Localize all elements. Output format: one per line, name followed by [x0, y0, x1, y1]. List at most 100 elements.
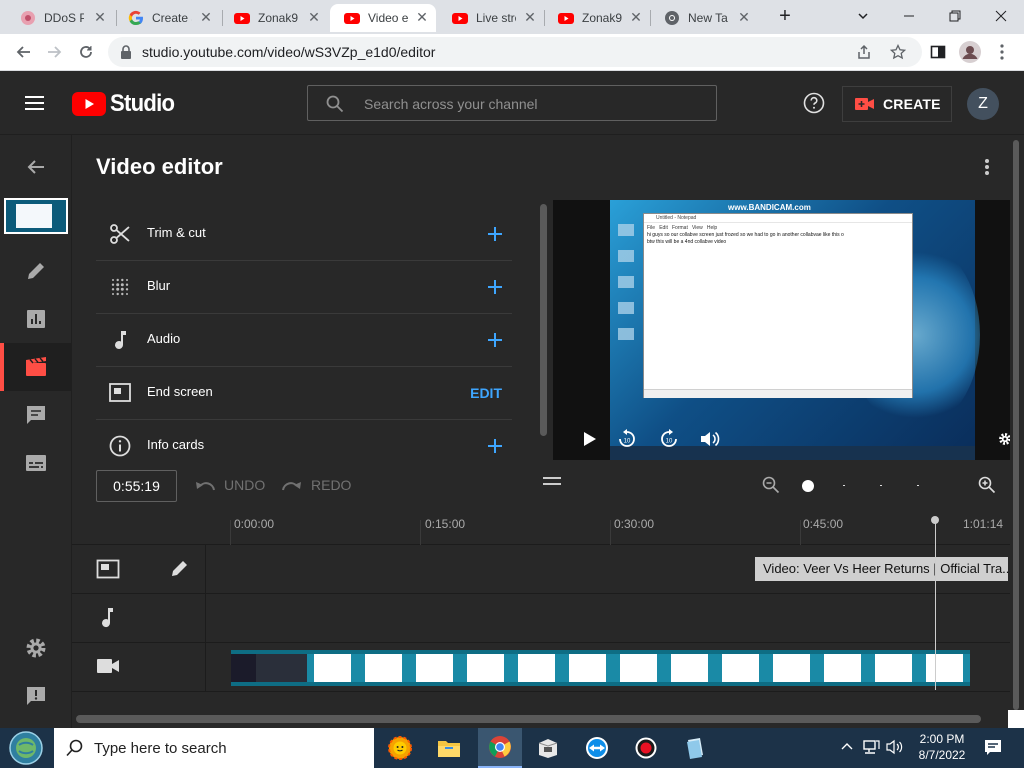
- video-filmstrip[interactable]: [231, 650, 1008, 686]
- add-audio-button[interactable]: [488, 328, 502, 352]
- share-icon[interactable]: [856, 44, 872, 60]
- forward-10-icon[interactable]: 10: [659, 429, 679, 449]
- undo-button[interactable]: UNDO: [194, 477, 265, 493]
- player-settings-icon[interactable]: [998, 431, 1010, 447]
- timeline-horizontal-scrollbar[interactable]: [76, 715, 981, 723]
- create-button[interactable]: CREATE: [842, 86, 952, 122]
- close-tab-icon[interactable]: ✕: [736, 9, 752, 25]
- studio-logo[interactable]: Studio: [72, 90, 180, 118]
- zoom-slider-thumb[interactable]: [802, 480, 814, 492]
- chrome-menu-icon[interactable]: [990, 40, 1014, 64]
- folder-icon: [438, 741, 460, 757]
- help-icon[interactable]: [803, 92, 825, 114]
- subtitles-icon[interactable]: [24, 451, 48, 475]
- video-preview-player[interactable]: www.BANDICAM.com Untitled - Notepad File…: [553, 200, 1010, 460]
- close-window-icon[interactable]: [978, 0, 1024, 32]
- taskbar-app-bandicam[interactable]: [532, 732, 564, 764]
- windows-taskbar: Type here to search 2:00 PM 8/7/2022: [0, 728, 1024, 768]
- drag-handle-icon[interactable]: [543, 476, 561, 486]
- settings-gear-icon[interactable]: [24, 636, 48, 660]
- account-avatar[interactable]: Z: [967, 88, 999, 120]
- back-arrow-icon[interactable]: [12, 40, 36, 64]
- close-tab-icon[interactable]: ✕: [198, 9, 214, 25]
- playhead-handle[interactable]: [931, 516, 939, 524]
- end-screen-clip[interactable]: Video: Veer Vs Heer Returns | Official T…: [755, 557, 1008, 581]
- video-thumbnail[interactable]: [4, 198, 68, 234]
- zoom-in-icon[interactable]: [978, 476, 996, 494]
- tray-chevron-up-icon[interactable]: [841, 741, 853, 753]
- channel-search-input[interactable]: Search across your channel: [307, 85, 717, 121]
- network-icon[interactable]: [862, 739, 880, 755]
- time-ruler[interactable]: [72, 508, 1010, 545]
- new-tab-button[interactable]: +: [762, 0, 808, 32]
- close-tab-icon[interactable]: ✕: [414, 9, 430, 25]
- pencil-details-icon[interactable]: [24, 259, 48, 283]
- taskbar-clock[interactable]: 2:00 PM 8/7/2022: [912, 731, 972, 763]
- volume-icon[interactable]: [700, 430, 720, 448]
- forward-arrow-icon[interactable]: [42, 40, 66, 64]
- restore-window-icon[interactable]: [932, 0, 978, 32]
- bookmark-star-icon[interactable]: [890, 44, 906, 60]
- reload-icon[interactable]: [74, 40, 98, 64]
- start-button[interactable]: [6, 730, 46, 766]
- taskbar-app-chrome-active[interactable]: [478, 728, 522, 768]
- address-bar[interactable]: studio.youtube.com/video/wS3VZp_e1d0/edi…: [108, 37, 922, 67]
- taskbar-app-recorder[interactable]: [630, 732, 662, 764]
- back-arrow-icon[interactable]: [24, 155, 48, 179]
- hamburger-menu-icon[interactable]: [24, 95, 46, 111]
- tool-row-blur[interactable]: Blur: [96, 261, 512, 314]
- close-tab-icon[interactable]: ✕: [306, 9, 322, 25]
- sidebar-item-editor-active[interactable]: [0, 343, 72, 391]
- page-vertical-scrollbar[interactable]: [1013, 140, 1019, 710]
- taskbar-app-sun[interactable]: [384, 732, 416, 764]
- zoom-slider[interactable]: [802, 480, 953, 492]
- audio-track[interactable]: [72, 594, 1010, 643]
- tool-row-info-cards[interactable]: Info cards: [96, 420, 512, 473]
- tab-search-chevron-icon[interactable]: [840, 0, 886, 32]
- analytics-icon[interactable]: [24, 307, 48, 331]
- tool-row-end-screen[interactable]: End screen EDIT: [96, 367, 512, 420]
- plus-icon: [488, 333, 502, 347]
- filmstrip-frame: [664, 650, 715, 686]
- browser-tab[interactable]: Create a ✕: [114, 4, 220, 32]
- notification-center-icon[interactable]: [984, 739, 1002, 757]
- close-tab-icon[interactable]: ✕: [92, 9, 108, 25]
- edit-end-screen-pencil-icon[interactable]: [170, 558, 190, 578]
- more-options-icon[interactable]: [984, 158, 990, 176]
- edit-end-screen-button[interactable]: EDIT: [470, 381, 502, 405]
- side-panel-icon[interactable]: [926, 40, 950, 64]
- speaker-volume-icon[interactable]: [886, 739, 904, 755]
- tools-scrollbar[interactable]: [540, 204, 547, 436]
- undo-icon: [196, 482, 215, 491]
- tool-row-audio[interactable]: Audio: [96, 314, 512, 367]
- browser-tab[interactable]: Zonak9( ✕: [220, 4, 328, 32]
- add-blur-button[interactable]: [488, 275, 502, 299]
- close-tab-icon[interactable]: ✕: [628, 9, 644, 25]
- feedback-icon[interactable]: [24, 684, 48, 708]
- play-icon[interactable]: [581, 431, 597, 447]
- tool-row-trim[interactable]: Trim & cut: [96, 208, 512, 261]
- redo-button[interactable]: REDO: [281, 477, 351, 493]
- add-trim-button[interactable]: [488, 222, 502, 246]
- browser-tab[interactable]: Zonak9( ✕: [544, 4, 650, 32]
- taskbar-app-file-explorer[interactable]: [433, 732, 465, 764]
- lock-icon[interactable]: [120, 45, 132, 59]
- add-info-card-button[interactable]: [488, 434, 502, 458]
- minimize-window-icon[interactable]: [886, 0, 932, 32]
- profile-avatar-icon[interactable]: [958, 40, 982, 64]
- timecode-display[interactable]: 0:55:19: [96, 470, 177, 502]
- comments-icon[interactable]: [24, 403, 48, 427]
- browser-tab[interactable]: New Tab ✕: [650, 4, 758, 32]
- browser-tab-active[interactable]: Video e ✕: [330, 4, 436, 32]
- rewind-10-icon[interactable]: 10: [617, 429, 637, 449]
- zoom-out-icon[interactable]: [762, 476, 780, 494]
- search-icon: [326, 95, 344, 113]
- taskbar-app-documents[interactable]: [679, 732, 711, 764]
- browser-tab[interactable]: DDoS Pr ✕: [6, 4, 114, 32]
- playhead-line[interactable]: [935, 520, 936, 690]
- taskbar-app-teamviewer[interactable]: [581, 732, 613, 764]
- url-text: studio.youtube.com/video/wS3VZp_e1d0/edi…: [142, 44, 436, 60]
- browser-tab[interactable]: Live stre ✕: [438, 4, 544, 32]
- close-tab-icon[interactable]: ✕: [522, 9, 538, 25]
- taskbar-search-box[interactable]: Type here to search: [54, 728, 374, 768]
